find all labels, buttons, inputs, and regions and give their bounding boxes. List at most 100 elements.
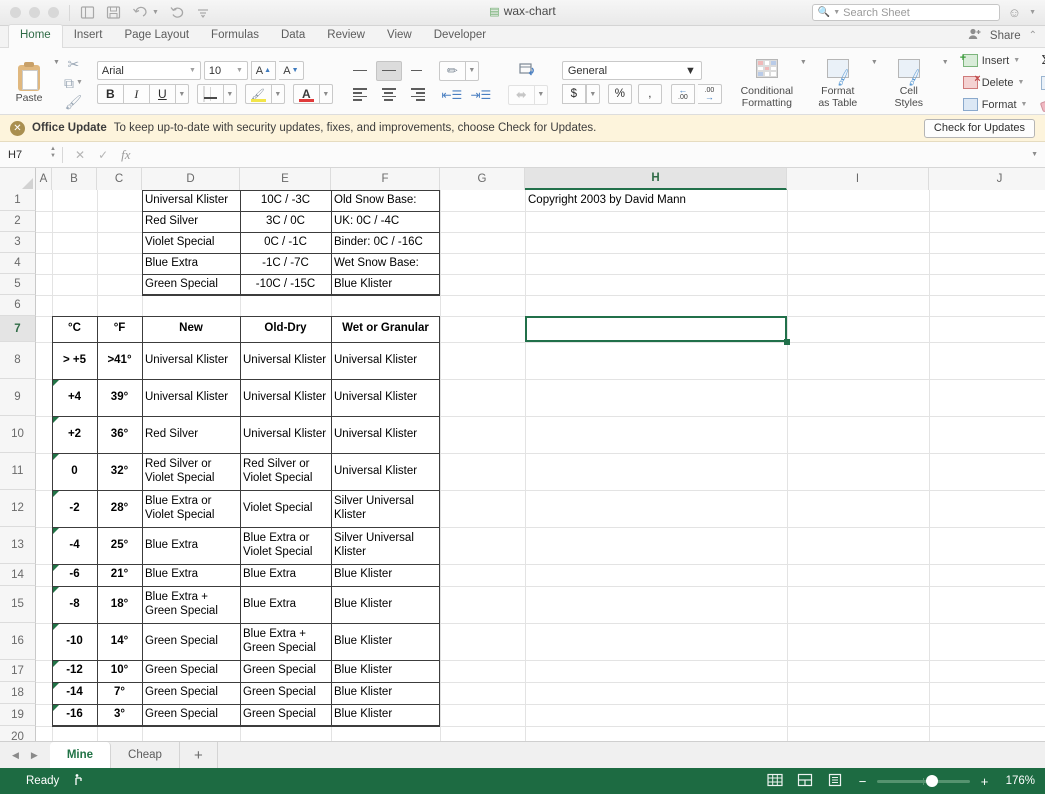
cell-e10[interactable]: Universal Klister [240, 416, 331, 453]
decrease-font-size-button[interactable]: A ▼ [278, 61, 304, 80]
format-painter-button[interactable]: 🖌 [65, 95, 83, 109]
row-header-4[interactable]: 4 [0, 253, 36, 274]
font-size-select[interactable]: 10 ▼ [203, 61, 248, 80]
cell-d11[interactable]: Red Silver or Violet Special [142, 453, 240, 490]
fill-color-dropdown-icon[interactable]: ▼ [270, 84, 285, 104]
paste-dropdown-icon[interactable]: ▼ [53, 59, 60, 66]
cell-f11[interactable]: Universal Klister [331, 453, 440, 490]
search-input[interactable]: 🔍 ▼ Search Sheet [811, 4, 1000, 21]
cell-e16[interactable]: Blue Extra + Green Special [240, 623, 331, 660]
column-header-i[interactable]: I [787, 168, 929, 190]
cell-d13[interactable]: Blue Extra [142, 527, 240, 564]
column-header-b[interactable]: B [52, 168, 97, 190]
cell-f12[interactable]: Silver Universal Klister [331, 490, 440, 527]
next-sheet-icon[interactable]: ▶ [31, 750, 38, 761]
align-center-button[interactable] [376, 85, 402, 105]
zoom-in-button[interactable]: + [979, 774, 990, 789]
cell-f3[interactable]: Binder: 0C / -16C [331, 232, 440, 253]
close-window-button[interactable] [10, 7, 21, 18]
cell-d5[interactable]: Green Special [142, 274, 240, 295]
row-header-10[interactable]: 10 [0, 416, 36, 453]
orientation-button[interactable]: ✏ [438, 60, 465, 81]
cell-e13[interactable]: Blue Extra or Violet Special [240, 527, 331, 564]
cell-d4[interactable]: Blue Extra [142, 253, 240, 274]
error-indicator-icon[interactable] [53, 491, 59, 497]
insert-dropdown-icon[interactable]: ▼ [1013, 57, 1020, 64]
column-header-j[interactable]: J [929, 168, 1045, 190]
cell-f13[interactable]: Silver Universal Klister [331, 527, 440, 564]
cell-d2[interactable]: Red Silver [142, 211, 240, 232]
cell-d16[interactable]: Green Special [142, 623, 240, 660]
cell-c14[interactable]: 21° [97, 564, 142, 586]
error-indicator-icon[interactable] [53, 587, 59, 593]
cell-e12[interactable]: Violet Special [240, 490, 331, 527]
sheet-tab-mine[interactable]: Mine [49, 742, 112, 768]
cell-f1[interactable]: Old Snow Base: [331, 190, 440, 211]
row-header-5[interactable]: 5 [0, 274, 36, 295]
cell-d8[interactable]: Universal Klister [142, 342, 240, 379]
fill-handle[interactable] [784, 339, 790, 345]
zoom-control[interactable]: − + 176% [857, 774, 1035, 789]
cell-c13[interactable]: 25° [97, 527, 142, 564]
zoom-slider-thumb[interactable] [926, 775, 938, 787]
autosum-button[interactable]: Σ ▼ [1041, 51, 1045, 70]
merge-cells-button[interactable]: ⬌ [507, 84, 534, 105]
share-button[interactable]: Share [990, 30, 1021, 42]
format-dropdown-icon[interactable]: ▼ [1021, 101, 1028, 108]
font-name-select[interactable]: Arial ▼ [96, 61, 201, 80]
cell-f16[interactable]: Blue Klister [331, 623, 440, 660]
copy-dropdown-icon[interactable]: ▼ [76, 79, 83, 86]
comma-style-button[interactable]: , [637, 84, 662, 104]
column-header-g[interactable]: G [440, 168, 525, 190]
delete-cells-button[interactable]: Delete ▼ [962, 73, 1028, 92]
column-header-d[interactable]: D [142, 168, 240, 190]
select-all-corner[interactable] [0, 168, 36, 190]
format-cells-button[interactable]: Format ▼ [962, 95, 1028, 114]
underline-dropdown-icon[interactable]: ▼ [174, 84, 189, 104]
zoom-slider[interactable] [877, 775, 970, 787]
redo-icon[interactable] [170, 6, 185, 19]
cell-e8[interactable]: Universal Klister [240, 342, 331, 379]
cell-area[interactable]: Universal Klister 10C / -3C Old Snow Base:… [36, 190, 1045, 741]
column-header-a[interactable]: A [36, 168, 52, 190]
new-sheet-icon[interactable] [80, 5, 95, 20]
tab-insert[interactable]: Insert [63, 25, 114, 47]
row-header-9[interactable]: 9 [0, 379, 36, 416]
row-header-3[interactable]: 3 [0, 232, 36, 253]
clear-button[interactable]: ▼ [1040, 95, 1045, 114]
expand-formula-bar-icon[interactable]: ▼ [1031, 151, 1045, 158]
cell-c10[interactable]: 36° [97, 416, 142, 453]
customize-toolbar-icon[interactable] [196, 6, 210, 19]
search-dropdown-icon[interactable]: ▼ [833, 9, 840, 16]
minimize-window-button[interactable] [29, 7, 40, 18]
normal-view-icon[interactable] [767, 773, 783, 790]
cell-d15[interactable]: Blue Extra + Green Special [142, 586, 240, 623]
cell-d9[interactable]: Universal Klister [142, 379, 240, 416]
sheet-nav-arrows[interactable]: ◀ ▶ [0, 742, 50, 768]
cell-d19[interactable]: Green Special [142, 704, 240, 726]
add-sheet-button[interactable]: + [180, 742, 218, 768]
increase-font-size-button[interactable]: A ▲ [250, 61, 276, 80]
error-indicator-icon[interactable] [53, 683, 59, 689]
cell-e11[interactable]: Red Silver or Violet Special [240, 453, 331, 490]
tab-home[interactable]: Home [8, 24, 63, 48]
tab-page-layout[interactable]: Page Layout [113, 25, 200, 47]
currency-button[interactable]: $ [561, 84, 586, 104]
tab-formulas[interactable]: Formulas [200, 25, 270, 47]
cell-d12[interactable]: Blue Extra or Violet Special [142, 490, 240, 527]
align-right-button[interactable] [405, 85, 431, 105]
tab-developer[interactable]: Developer [423, 25, 497, 47]
align-middle-button[interactable] [375, 60, 402, 81]
name-box[interactable]: H7 ▲ ▼ [0, 142, 62, 167]
cell-f9[interactable]: Universal Klister [331, 379, 440, 416]
page-break-icon[interactable] [827, 773, 843, 790]
column-header-f[interactable]: F [331, 168, 440, 190]
cell-e4[interactable]: -1C / -7C [240, 253, 331, 274]
format-as-table-dropdown-icon[interactable]: ▼ [871, 59, 878, 66]
cell-c9[interactable]: 39° [97, 379, 142, 416]
collapse-ribbon-icon[interactable]: ⌃ [1029, 30, 1037, 41]
insert-cells-button[interactable]: Insert ▼ [960, 51, 1028, 70]
paste-button[interactable]: Paste [7, 61, 51, 104]
row-header-12[interactable]: 12 [0, 490, 36, 527]
row-header-6[interactable]: 6 [0, 295, 36, 316]
